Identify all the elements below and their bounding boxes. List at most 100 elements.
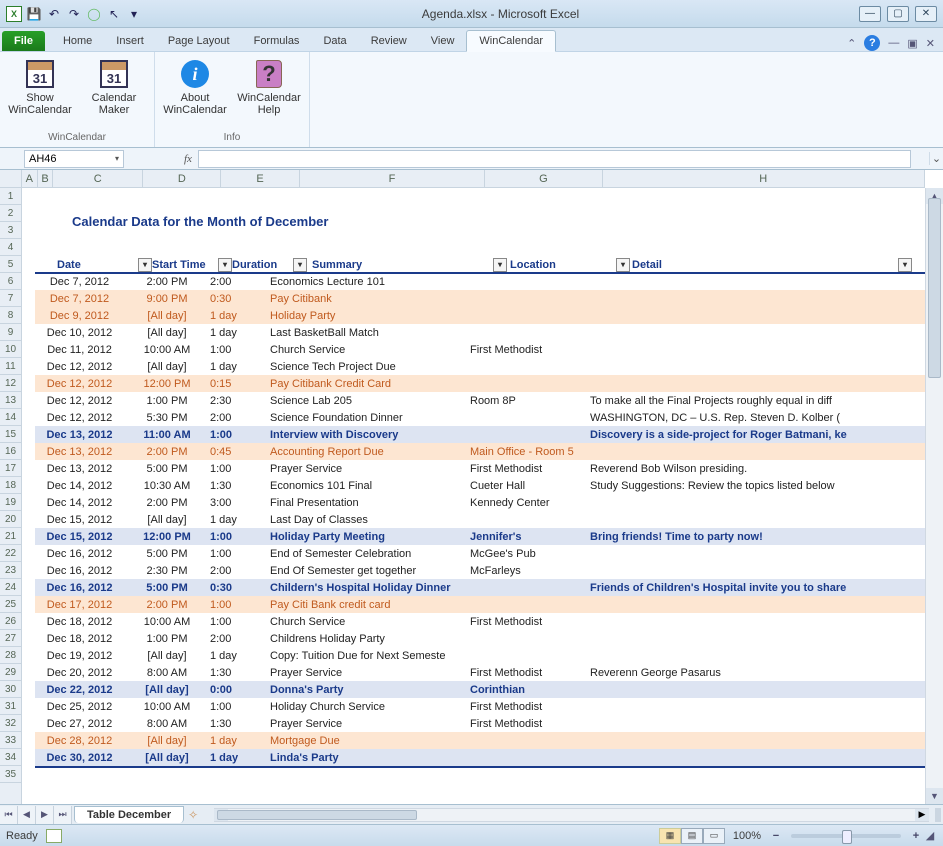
table-row[interactable]: Dec 16, 20125:00 PM1:00End of Semester C… bbox=[35, 545, 925, 562]
col-header-summary[interactable]: Summary▾ bbox=[312, 256, 507, 273]
excel-logo-icon[interactable]: X bbox=[6, 6, 22, 22]
cell-summary[interactable]: Interview with Discovery bbox=[270, 429, 470, 441]
cell-location[interactable]: First Methodist bbox=[470, 344, 590, 356]
cell-summary[interactable]: Donna's Party bbox=[270, 684, 470, 696]
filter-dropdown-icon[interactable]: ▾ bbox=[493, 258, 507, 272]
page-break-view-button[interactable]: ▭ bbox=[703, 828, 725, 844]
close-button[interactable]: ✕ bbox=[915, 6, 937, 22]
table-row[interactable]: Dec 13, 201211:00 AM1:00Interview with D… bbox=[35, 426, 925, 443]
table-row[interactable]: Dec 28, 2012[All day]1 dayMortgage Due bbox=[35, 732, 925, 749]
select-all-corner[interactable] bbox=[0, 170, 22, 188]
table-row[interactable]: Dec 20, 20128:00 AM1:30Prayer ServiceFir… bbox=[35, 664, 925, 681]
table-row[interactable]: Dec 18, 201210:00 AM1:00Church ServiceFi… bbox=[35, 613, 925, 630]
cell-summary[interactable]: Science Lab 205 bbox=[270, 395, 470, 407]
table-row[interactable]: Dec 12, 2012[All day]1 dayScience Tech P… bbox=[35, 358, 925, 375]
cell-date[interactable]: Dec 30, 2012 bbox=[35, 752, 130, 764]
cell-summary[interactable]: Economics 101 Final bbox=[270, 480, 470, 492]
cells-area[interactable]: Calendar Data for the Month of December … bbox=[22, 188, 925, 804]
cell-location[interactable]: McGee's Pub bbox=[470, 548, 590, 560]
tab-view[interactable]: View bbox=[419, 31, 467, 51]
row-header[interactable]: 10 bbox=[0, 341, 21, 358]
formula-bar-expand-icon[interactable]: ⌄ bbox=[929, 152, 943, 165]
cell-summary[interactable]: Pay Citibank Credit Card bbox=[270, 378, 470, 390]
cell-date[interactable]: Dec 12, 2012 bbox=[35, 412, 130, 424]
cell-date[interactable]: Dec 14, 2012 bbox=[35, 480, 130, 492]
cell-duration[interactable]: 1:00 bbox=[210, 344, 270, 356]
cell-summary[interactable]: Science Foundation Dinner bbox=[270, 412, 470, 424]
row-header[interactable]: 14 bbox=[0, 409, 21, 426]
table-row[interactable]: Dec 12, 201212:00 PM0:15Pay Citibank Cre… bbox=[35, 375, 925, 392]
cell-start[interactable]: 10:00 AM bbox=[130, 616, 210, 628]
cell-start[interactable]: 12:00 PM bbox=[130, 378, 210, 390]
cell-detail[interactable]: Study Suggestions: Review the topics lis… bbox=[590, 480, 925, 492]
table-row[interactable]: Dec 15, 201212:00 PM1:00Holiday Party Me… bbox=[35, 528, 925, 545]
table-row[interactable]: Dec 13, 20125:00 PM1:00Prayer ServiceFir… bbox=[35, 460, 925, 477]
cell-duration[interactable]: 1 day bbox=[210, 310, 270, 322]
cell-duration[interactable]: 1 day bbox=[210, 735, 270, 747]
cell-start[interactable]: 1:00 PM bbox=[130, 395, 210, 407]
row-header[interactable]: 24 bbox=[0, 579, 21, 596]
cell-start[interactable]: [All day] bbox=[130, 684, 210, 696]
cell-date[interactable]: Dec 10, 2012 bbox=[35, 327, 130, 339]
cell-duration[interactable]: 0:30 bbox=[210, 582, 270, 594]
cell-detail[interactable]: Reverenn George Pasarus bbox=[590, 667, 925, 679]
tab-review[interactable]: Review bbox=[359, 31, 419, 51]
cell-summary[interactable]: Holiday Party bbox=[270, 310, 470, 322]
about-wincalendar-button[interactable]: i AboutWinCalendar bbox=[163, 58, 227, 116]
scroll-down-icon[interactable]: ▼ bbox=[926, 788, 943, 804]
cell-start[interactable]: 8:00 AM bbox=[130, 718, 210, 730]
cell-start[interactable]: 10:00 AM bbox=[130, 701, 210, 713]
filter-dropdown-icon[interactable]: ▾ bbox=[616, 258, 630, 272]
undo-icon[interactable]: ↶ bbox=[46, 6, 62, 22]
cell-date[interactable]: Dec 13, 2012 bbox=[35, 446, 130, 458]
workbook-restore-icon[interactable]: ▣ bbox=[907, 37, 917, 50]
row-header[interactable]: 12 bbox=[0, 375, 21, 392]
table-row[interactable]: Dec 10, 2012[All day]1 dayLast BasketBal… bbox=[35, 324, 925, 341]
sheet-nav-first-icon[interactable]: ⏮ bbox=[0, 806, 18, 824]
cell-start[interactable]: 9:00 PM bbox=[130, 293, 210, 305]
tab-page-layout[interactable]: Page Layout bbox=[156, 31, 242, 51]
cell-duration[interactable]: 2:00 bbox=[210, 565, 270, 577]
row-header[interactable]: 29 bbox=[0, 664, 21, 681]
calendar-maker-button[interactable]: 31 CalendarMaker bbox=[82, 58, 146, 116]
cell-date[interactable]: Dec 18, 2012 bbox=[35, 633, 130, 645]
col-header-duration[interactable]: Duration▾ bbox=[232, 256, 307, 273]
cell-duration[interactable]: 1 day bbox=[210, 361, 270, 373]
cell-duration[interactable]: 1:00 bbox=[210, 701, 270, 713]
cell-date[interactable]: Dec 28, 2012 bbox=[35, 735, 130, 747]
cell-start[interactable]: [All day] bbox=[130, 361, 210, 373]
cell-start[interactable]: 5:30 PM bbox=[130, 412, 210, 424]
column-header[interactable]: D bbox=[143, 170, 221, 187]
cell-date[interactable]: Dec 9, 2012 bbox=[35, 310, 130, 322]
cell-detail[interactable]: Friends of Children's Hospital invite yo… bbox=[590, 582, 925, 594]
table-row[interactable]: Dec 12, 20125:30 PM2:00Science Foundatio… bbox=[35, 409, 925, 426]
tab-wincalendar[interactable]: WinCalendar bbox=[466, 30, 556, 52]
cell-start[interactable]: 2:30 PM bbox=[130, 565, 210, 577]
scroll-thumb[interactable] bbox=[928, 198, 941, 378]
row-header[interactable]: 30 bbox=[0, 681, 21, 698]
row-header[interactable]: 15 bbox=[0, 426, 21, 443]
tab-insert[interactable]: Insert bbox=[104, 31, 156, 51]
cell-summary[interactable]: Pay Citi Bank credit card bbox=[270, 599, 470, 611]
row-header[interactable]: 23 bbox=[0, 562, 21, 579]
wincalendar-help-button[interactable]: ? WinCalendarHelp bbox=[237, 58, 301, 116]
column-header[interactable]: F bbox=[300, 170, 486, 187]
macro-record-icon[interactable] bbox=[46, 829, 62, 843]
cell-summary[interactable]: End Of Semester get together bbox=[270, 565, 470, 577]
cell-date[interactable]: Dec 25, 2012 bbox=[35, 701, 130, 713]
page-layout-view-button[interactable]: ▤ bbox=[681, 828, 703, 844]
filter-dropdown-icon[interactable]: ▾ bbox=[898, 258, 912, 272]
row-header[interactable]: 35 bbox=[0, 766, 21, 783]
filter-dropdown-icon[interactable]: ▾ bbox=[138, 258, 152, 272]
new-sheet-icon[interactable]: ✧ bbox=[188, 808, 208, 822]
table-row[interactable]: Dec 16, 20125:00 PM0:30Childern's Hospit… bbox=[35, 579, 925, 596]
col-header-detail[interactable]: Detail▾ bbox=[632, 256, 912, 273]
row-header[interactable]: 1 bbox=[0, 188, 21, 205]
cell-duration[interactable]: 1:00 bbox=[210, 548, 270, 560]
col-header-date[interactable]: Date▾ bbox=[57, 256, 152, 273]
cell-duration[interactable]: 1:00 bbox=[210, 429, 270, 441]
cell-start[interactable]: 1:00 PM bbox=[130, 633, 210, 645]
column-header[interactable]: C bbox=[53, 170, 143, 187]
column-header[interactable]: B bbox=[38, 170, 54, 187]
cell-summary[interactable]: Childern's Hospital Holiday Dinner bbox=[270, 582, 470, 594]
